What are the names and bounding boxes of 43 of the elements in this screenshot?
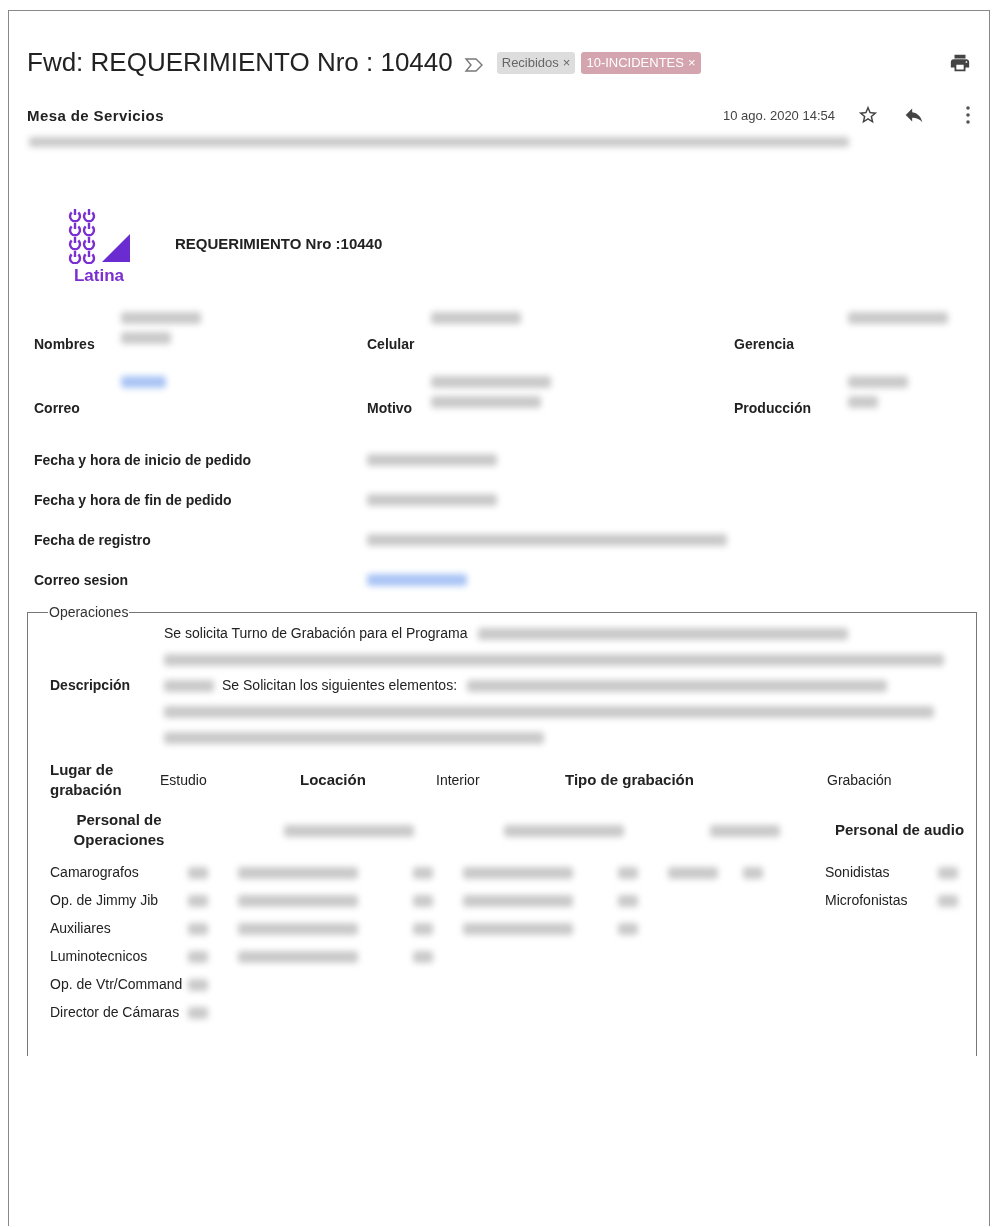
field-label: Motivo [367, 400, 413, 416]
label-arrow-icon [462, 56, 485, 73]
logo-icon [68, 208, 130, 264]
staff-role: Op. de Vtr/Command [50, 976, 183, 992]
label-name: Recibidos [501, 55, 559, 70]
field-label: Fecha de registro [34, 532, 151, 548]
email-subject: Fwd: REQUERIMIENTO Nro : 10440 [27, 47, 453, 78]
field-value: Grabación [827, 772, 892, 788]
column-header: Personal de Operaciones [73, 811, 165, 848]
email-date: 10 ago. 2020 14:54 [722, 107, 835, 123]
field-label: Lugar de grabación [50, 760, 123, 800]
staff-role: Camarografos [50, 864, 139, 880]
field-label: Celular [367, 336, 415, 352]
more-vert-icon[interactable] [965, 105, 971, 125]
staff-role: Director de Cámaras [50, 1004, 180, 1020]
field-label: Nombres [34, 336, 95, 352]
description-text: Se solicita Turno de Grabación para el Programa [164, 625, 468, 641]
staff-role: Auxiliares [50, 920, 111, 936]
logo-text: Latina [73, 266, 125, 286]
field-label: Tipo de grabación [565, 770, 694, 790]
star-icon[interactable] [857, 104, 879, 126]
field-value: Interior [436, 772, 480, 788]
field-label: Correo [34, 400, 80, 416]
field-label: Correo sesion [34, 572, 129, 588]
staff-role: Op. de Jimmy Jib [50, 892, 159, 908]
field-label: Descripción [50, 677, 132, 693]
field-label: Producción [734, 400, 811, 416]
field-label: Gerencia [734, 336, 794, 352]
staff-role: Sonidistas [825, 864, 890, 880]
label-name: 10-INCIDENTES [586, 55, 684, 70]
field-value: Estudio [160, 772, 207, 788]
section-legend: Operaciones [48, 604, 130, 620]
field-label: Fecha y hora de fin de pedido [34, 492, 232, 508]
field-label: Fecha y hora de inicio de pedido [34, 452, 252, 468]
staff-role: Luminotecnicos [50, 948, 148, 964]
sender-name: Mesa de Servicios [27, 106, 164, 124]
column-header: Personal de audio [834, 821, 965, 838]
description-text: Se Solicitan los siguientes elementos: [222, 677, 458, 693]
label-chip[interactable]: Recibidos × [496, 51, 576, 74]
staff-role: Microfonistas [825, 892, 908, 908]
remove-label-button[interactable]: × [562, 55, 571, 70]
field-label: Locación [300, 770, 366, 790]
request-heading: REQUERIMIENTO Nro :10440 [175, 234, 383, 252]
